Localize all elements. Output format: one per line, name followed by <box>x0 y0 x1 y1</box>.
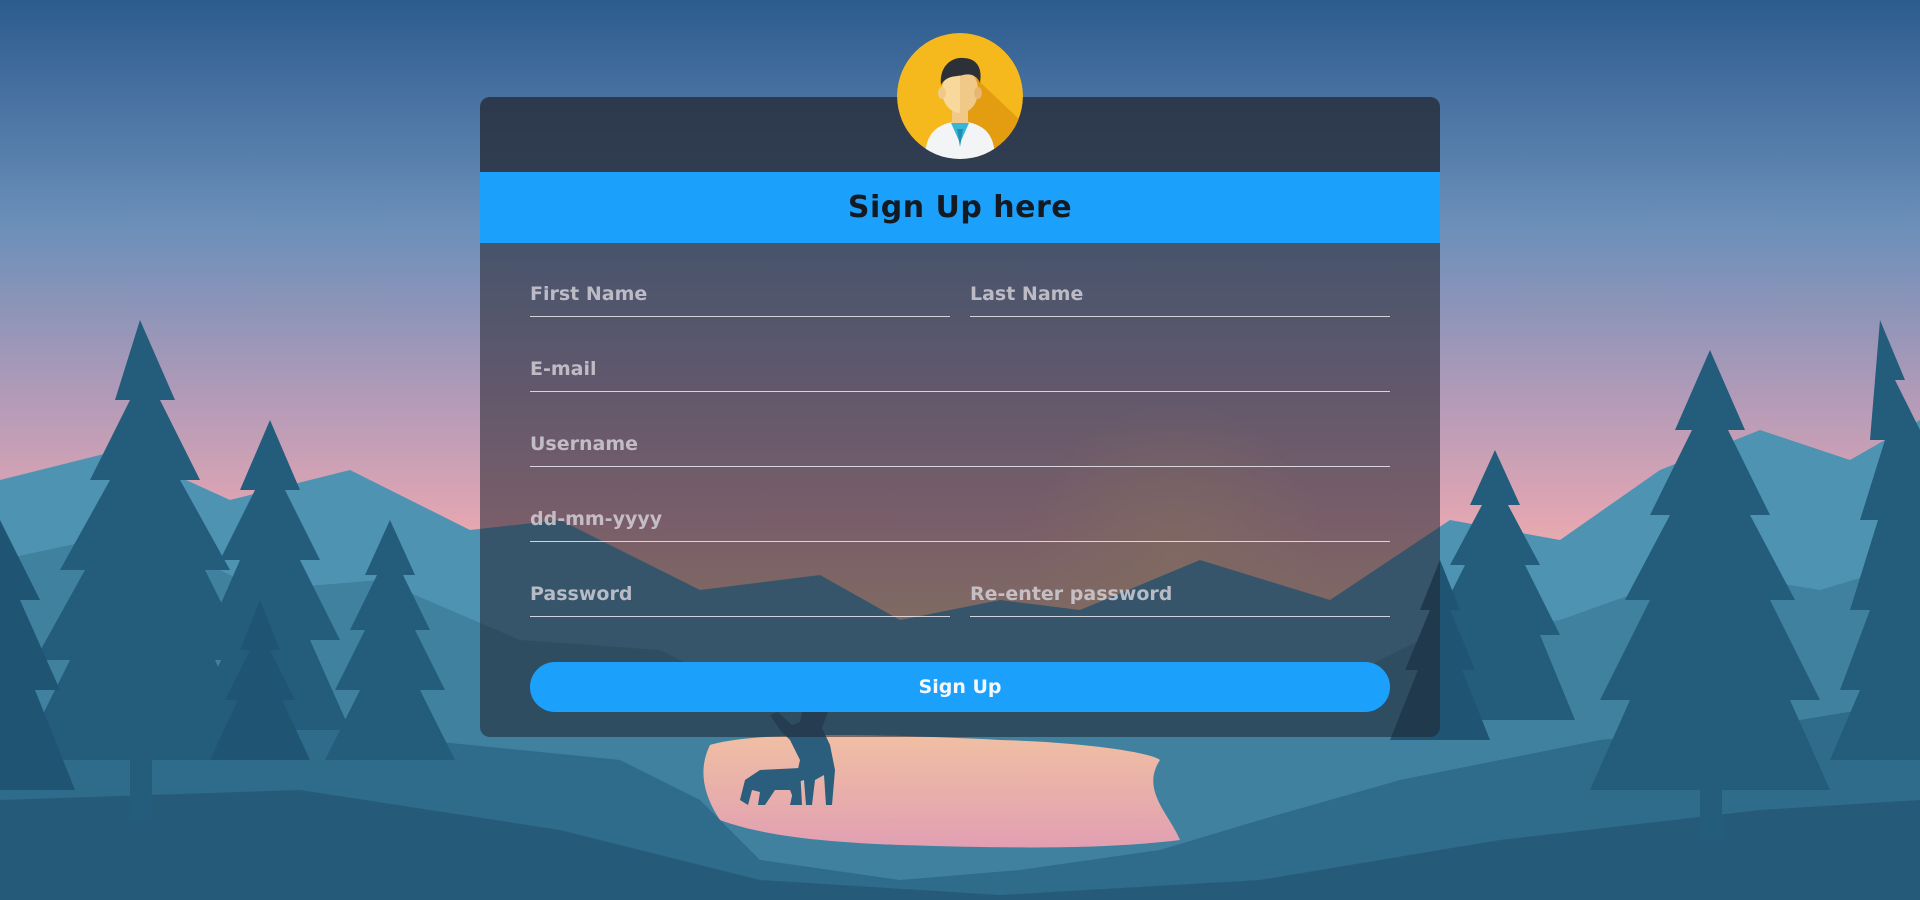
confirm-password-field <box>970 575 1390 617</box>
birthdate-input[interactable] <box>530 500 1390 538</box>
username-input[interactable] <box>530 425 1390 463</box>
first-name-field <box>530 275 950 317</box>
first-name-input[interactable] <box>530 275 950 313</box>
birthdate-field <box>530 500 1390 542</box>
password-input[interactable] <box>530 575 950 613</box>
user-avatar-icon <box>897 33 1023 159</box>
email-field <box>530 350 1390 392</box>
last-name-input[interactable] <box>970 275 1390 313</box>
form-header: Sign Up here <box>480 172 1440 243</box>
email-input[interactable] <box>530 350 1390 388</box>
signup-card: Sign Up here Sign Up <box>480 33 1440 737</box>
username-field <box>530 425 1390 467</box>
sign-up-button[interactable]: Sign Up <box>530 662 1390 712</box>
last-name-field <box>970 275 1390 317</box>
confirm-password-input[interactable] <box>970 575 1390 613</box>
form-title: Sign Up here <box>847 190 1073 225</box>
password-field <box>530 575 950 617</box>
